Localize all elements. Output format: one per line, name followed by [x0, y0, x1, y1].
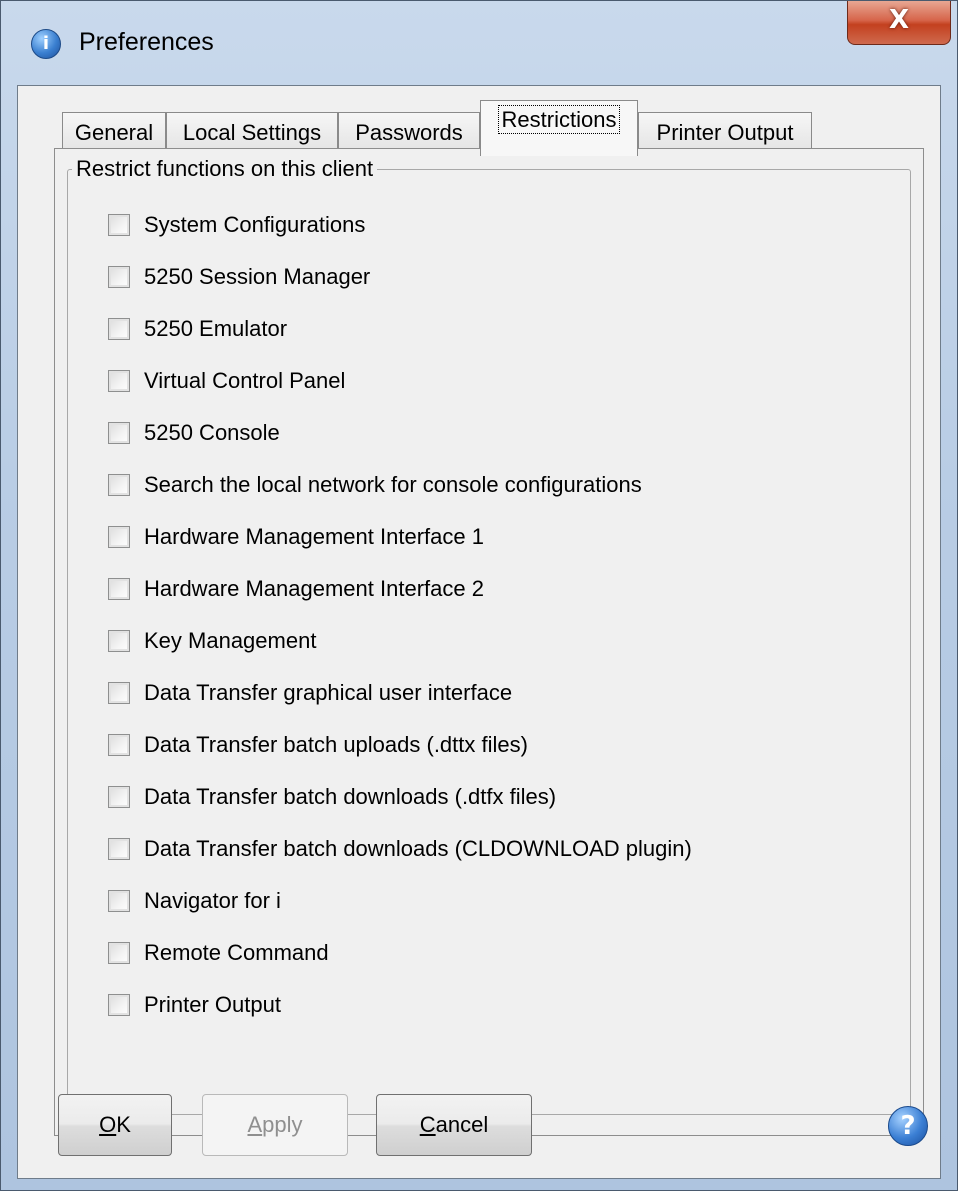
checkbox-label: System Configurations	[144, 212, 366, 237]
checkbox-label: Data Transfer batch downloads (.dtfx fil…	[144, 784, 557, 809]
checkbox-label: Data Transfer batch downloads (CLDOWNLOA…	[144, 836, 692, 861]
info-icon: i	[31, 29, 61, 59]
checkbox[interactable]	[108, 318, 130, 340]
check-key-management[interactable]: Key Management	[108, 626, 316, 656]
checkbox-label: Hardware Management Interface 1	[144, 524, 484, 549]
checkbox[interactable]	[108, 734, 130, 756]
checkbox-label: 5250 Emulator	[144, 316, 288, 341]
checkbox[interactable]	[108, 838, 130, 860]
checkbox[interactable]	[108, 214, 130, 236]
check-navigator-for-i[interactable]: Navigator for i	[108, 886, 281, 916]
checkbox[interactable]	[108, 422, 130, 444]
checkbox-label: 5250 Console	[144, 420, 280, 445]
check-remote-command[interactable]: Remote Command	[108, 938, 329, 968]
checkbox-label: Search the local network for console con…	[144, 472, 642, 497]
checkbox[interactable]	[108, 994, 130, 1016]
checkbox[interactable]	[108, 578, 130, 600]
tab-general-label: General	[74, 120, 154, 145]
checkbox[interactable]	[108, 942, 130, 964]
check-data-transfer-uploads[interactable]: Data Transfer batch uploads (.dttx files…	[108, 730, 528, 760]
ok-mnemonic: O	[99, 1112, 117, 1137]
checkbox[interactable]	[108, 474, 130, 496]
restrictions-group: Restrict functions on this client System…	[67, 156, 911, 1115]
tab-restrictions[interactable]: Restrictions	[480, 100, 638, 156]
check-system-configurations[interactable]: System Configurations	[108, 210, 365, 240]
ok-label-rest: K	[116, 1112, 131, 1137]
checkbox[interactable]	[108, 266, 130, 288]
apply-label-rest: pply	[262, 1112, 303, 1137]
checkbox-label: Data Transfer batch uploads (.dttx files…	[144, 732, 528, 757]
restrictions-panel: Restrict functions on this client System…	[54, 148, 924, 1136]
cancel-button[interactable]: Cancel	[376, 1094, 532, 1156]
checkbox-label: Virtual Control Panel	[144, 368, 346, 393]
ok-button[interactable]: OK	[58, 1094, 172, 1156]
tab-local-settings-label: Local Settings	[182, 120, 322, 145]
cancel-label-rest: ancel	[435, 1112, 489, 1137]
checkbox[interactable]	[108, 890, 130, 912]
checkbox-label: Remote Command	[144, 940, 329, 965]
check-data-transfer-downloads-dtfx[interactable]: Data Transfer batch downloads (.dtfx fil…	[108, 782, 556, 812]
check-5250-emulator[interactable]: 5250 Emulator	[108, 314, 287, 344]
checkbox-label: Key Management	[144, 628, 317, 653]
check-search-local-network[interactable]: Search the local network for console con…	[108, 470, 642, 500]
tab-restrictions-label: Restrictions	[497, 105, 621, 134]
checkbox-label: Printer Output	[144, 992, 281, 1017]
checkbox[interactable]	[108, 786, 130, 808]
check-data-transfer-downloads-cldownload[interactable]: Data Transfer batch downloads (CLDOWNLOA…	[108, 834, 692, 864]
checkbox-label: Navigator for i	[144, 888, 281, 913]
title-bar[interactable]: i Preferences X	[1, 1, 957, 85]
apply-button[interactable]: Apply	[202, 1094, 348, 1156]
cancel-mnemonic: C	[419, 1112, 436, 1137]
check-virtual-control-panel[interactable]: Virtual Control Panel	[108, 366, 345, 396]
check-5250-session-manager[interactable]: 5250 Session Manager	[108, 262, 370, 292]
checkbox[interactable]	[108, 630, 130, 652]
preferences-window: i Preferences X General Local Settings P…	[0, 0, 958, 1191]
tab-passwords-label: Passwords	[355, 120, 463, 145]
help-icon[interactable]: ?	[888, 1106, 928, 1146]
group-legend: Restrict functions on this client	[72, 156, 378, 182]
dialog-body: General Local Settings Passwords Restric…	[17, 85, 941, 1179]
checkbox-label: 5250 Session Manager	[144, 264, 371, 289]
checkbox[interactable]	[108, 370, 130, 392]
check-5250-console[interactable]: 5250 Console	[108, 418, 280, 448]
close-icon: X	[888, 5, 910, 35]
tab-printer-output-label: Printer Output	[656, 120, 794, 145]
checkbox[interactable]	[108, 682, 130, 704]
close-button[interactable]: X	[847, 1, 951, 45]
checkbox[interactable]	[108, 526, 130, 548]
check-printer-output[interactable]: Printer Output	[108, 990, 281, 1020]
checkbox-label: Data Transfer graphical user interface	[144, 680, 513, 705]
check-hmi-1[interactable]: Hardware Management Interface 1	[108, 522, 484, 552]
apply-mnemonic: A	[247, 1112, 263, 1137]
window-title: Preferences	[79, 28, 214, 56]
check-data-transfer-gui[interactable]: Data Transfer graphical user interface	[108, 678, 512, 708]
checkbox-label: Hardware Management Interface 2	[144, 576, 484, 601]
check-hmi-2[interactable]: Hardware Management Interface 2	[108, 574, 484, 604]
